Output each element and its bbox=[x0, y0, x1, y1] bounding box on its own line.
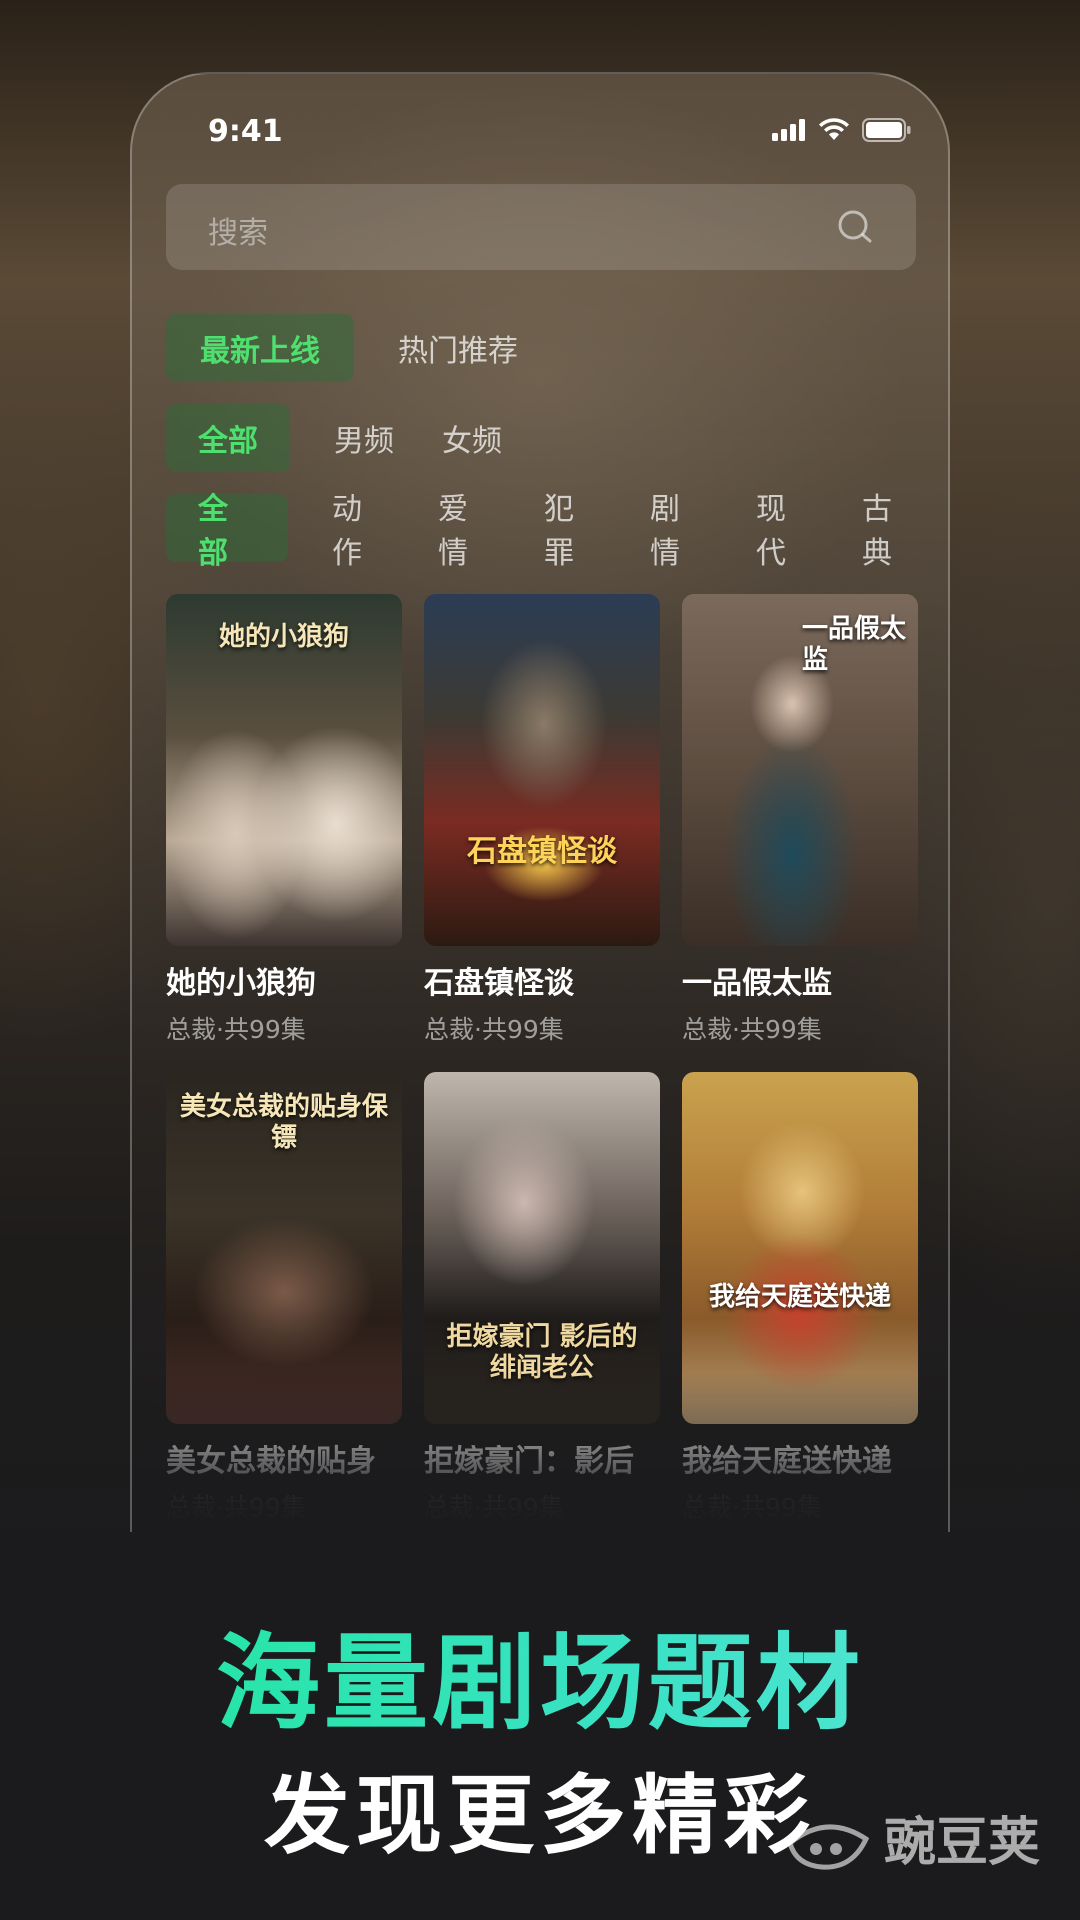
drama-poster[interactable]: 石盘镇怪谈 bbox=[424, 594, 660, 946]
drama-subtitle: 总裁·共99集 bbox=[682, 1493, 822, 1522]
drama-title: 一品假太监 bbox=[682, 966, 832, 1001]
drama-card[interactable]: 美女总裁的贴身保镖 美女总裁的贴身 总裁·共99集 bbox=[166, 1072, 402, 1524]
search-input[interactable]: 搜索 bbox=[208, 208, 268, 252]
poster-title: 我给天庭送快递 bbox=[708, 1282, 891, 1312]
search-bar[interactable]: 搜索 bbox=[166, 184, 916, 270]
drama-poster[interactable]: 拒嫁豪门 影后的绯闻老公 bbox=[424, 1072, 660, 1424]
drama-card[interactable]: 一品假太监 一品假太监 总裁·共99集 bbox=[682, 594, 918, 1046]
status-bar: 9:41 bbox=[132, 110, 948, 160]
poster-title: 美女总裁的贴身保镖 bbox=[179, 1092, 388, 1154]
drama-card[interactable]: 石盘镇怪谈 石盘镇怪谈 总裁·共99集 bbox=[424, 594, 660, 1046]
tab-genre-romance[interactable]: 爱情 bbox=[418, 492, 516, 571]
drama-card[interactable]: 我给天庭送快递 我给天庭送快递 总裁·共99集 bbox=[682, 1072, 918, 1524]
poster-title: 一品假太监 bbox=[802, 614, 907, 676]
drama-title: 石盘镇怪谈 bbox=[424, 966, 574, 1001]
tab-genre-modern[interactable]: 现代 bbox=[736, 492, 834, 571]
primary-tabs: 最新上线 热门推荐 bbox=[166, 314, 562, 382]
watermark: 豌豆荚 bbox=[782, 1800, 1040, 1875]
drama-poster[interactable]: 美女总裁的贴身保镖 bbox=[166, 1072, 402, 1424]
drama-card[interactable]: 拒嫁豪门 影后的绯闻老公 拒嫁豪门：影后 总裁·共99集 bbox=[424, 1072, 660, 1524]
drama-subtitle: 总裁·共99集 bbox=[166, 1493, 306, 1522]
status-time: 9:41 bbox=[208, 114, 283, 149]
tab-popular[interactable]: 热门推荐 bbox=[364, 314, 552, 382]
genre-tabs: 全部 动作 爱情 犯罪 剧情 现代 古典 bbox=[166, 492, 948, 571]
drama-title: 美女总裁的贴身 bbox=[166, 1444, 376, 1479]
status-icons bbox=[772, 118, 912, 142]
cellular-signal-icon bbox=[772, 119, 805, 141]
phone-frame: 9:41 搜索 最新上线 热门推荐 全部 男频 女频 全部 动作 爱情 犯罪 剧… bbox=[130, 72, 950, 1532]
drama-subtitle: 总裁·共99集 bbox=[682, 1015, 822, 1044]
drama-poster[interactable]: 她的小狼狗 bbox=[166, 594, 402, 946]
battery-icon bbox=[862, 118, 911, 142]
drama-subtitle: 总裁·共99集 bbox=[424, 1015, 564, 1044]
promo-headline: 海量剧场题材 bbox=[0, 1598, 1080, 1749]
tab-genre-classical[interactable]: 古典 bbox=[842, 492, 940, 571]
tab-genre-drama[interactable]: 剧情 bbox=[630, 492, 728, 571]
drama-subtitle: 总裁·共99集 bbox=[166, 1015, 306, 1044]
drama-title: 我给天庭送快递 bbox=[682, 1444, 892, 1479]
poster-title: 她的小狼狗 bbox=[218, 622, 349, 652]
poster-title: 石盘镇怪谈 bbox=[467, 834, 617, 869]
drama-card[interactable]: 她的小狼狗 她的小狼狗 总裁·共99集 bbox=[166, 594, 402, 1046]
tab-channel-male[interactable]: 男频 bbox=[314, 404, 414, 472]
watermark-text: 豌豆荚 bbox=[883, 1813, 1040, 1873]
drama-poster[interactable]: 一品假太监 bbox=[682, 594, 918, 946]
tab-channel-all[interactable]: 全部 bbox=[166, 404, 290, 472]
pea-pod-logo-icon bbox=[787, 1824, 870, 1870]
tab-latest[interactable]: 最新上线 bbox=[166, 314, 354, 382]
drama-title: 拒嫁豪门：影后 bbox=[424, 1444, 634, 1479]
search-icon[interactable] bbox=[836, 208, 876, 248]
drama-poster[interactable]: 我给天庭送快递 bbox=[682, 1072, 918, 1424]
drama-subtitle: 总裁·共99集 bbox=[424, 1493, 564, 1522]
drama-title: 她的小狼狗 bbox=[166, 966, 316, 1001]
poster-title: 拒嫁豪门 影后的绯闻老公 bbox=[446, 1322, 638, 1384]
tab-genre-all[interactable]: 全部 bbox=[166, 492, 288, 571]
channel-tabs: 全部 男频 女频 bbox=[166, 404, 530, 472]
tab-channel-female[interactable]: 女频 bbox=[422, 404, 522, 472]
tab-genre-action[interactable]: 动作 bbox=[312, 492, 410, 571]
wifi-icon bbox=[819, 118, 849, 140]
tab-genre-crime[interactable]: 犯罪 bbox=[524, 492, 622, 571]
